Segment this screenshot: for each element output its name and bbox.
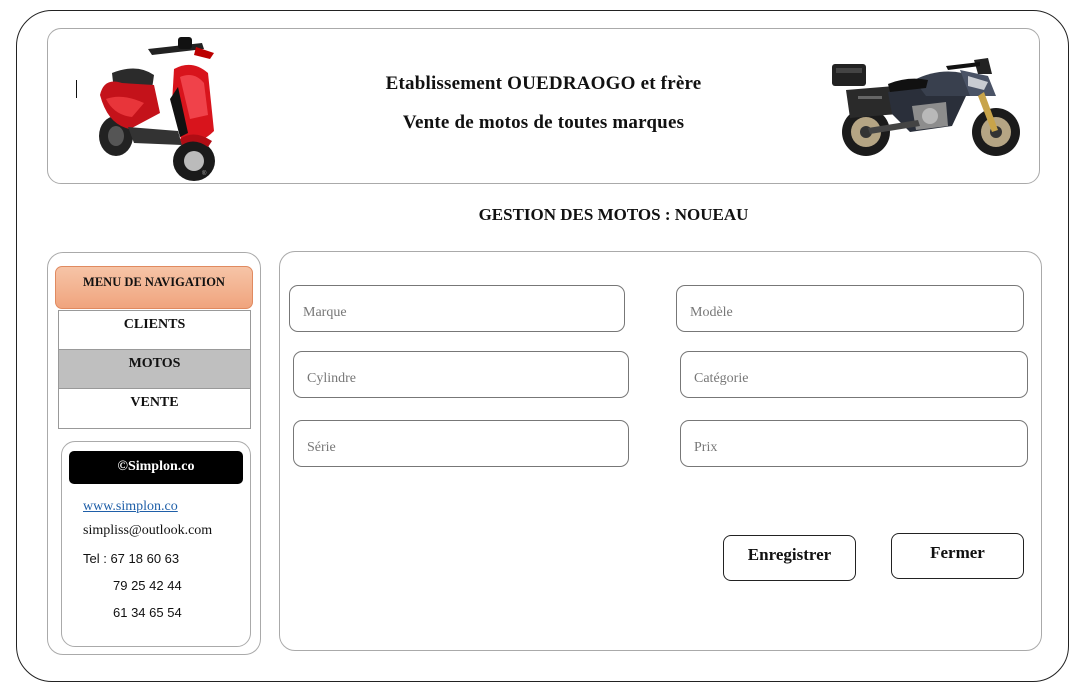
page-title: GESTION DES MOTOS : NOUEAU — [478, 205, 749, 224]
contact-phone-2: 79 25 42 44 — [113, 578, 182, 593]
save-button[interactable]: Enregistrer — [723, 535, 856, 581]
categorie-input[interactable] — [680, 351, 1028, 398]
contact-phone-3: 61 34 65 54 — [113, 605, 182, 620]
brand-label: ©Simplon.co — [69, 451, 243, 484]
nav-menu-header: MENU DE NAVIGATION — [55, 266, 253, 309]
prix-input[interactable] — [680, 420, 1028, 467]
close-button[interactable]: Fermer — [891, 533, 1024, 579]
serie-input[interactable] — [293, 420, 629, 467]
website-link[interactable]: www.simplon.co — [83, 499, 178, 515]
marque-input[interactable] — [289, 285, 625, 332]
sidebar-item-motos[interactable]: MOTOS — [59, 350, 250, 389]
sidebar-item-clients[interactable]: CLIENTS — [59, 311, 250, 350]
red-scooter-image: ® — [99, 37, 215, 181]
svg-text:®: ® — [202, 170, 207, 177]
sidebar-item-vente[interactable]: VENTE — [59, 389, 250, 428]
nav-list: CLIENTS MOTOS VENTE — [58, 310, 251, 429]
text-cursor — [76, 80, 77, 98]
adventure-motorcycle-image — [832, 58, 1020, 156]
cylindre-input[interactable] — [293, 351, 629, 398]
contact-email: simpliss@outlook.com — [83, 523, 213, 538]
contact-phone-1: Tel : 67 18 60 63 — [83, 551, 180, 566]
modele-input[interactable] — [676, 285, 1024, 332]
